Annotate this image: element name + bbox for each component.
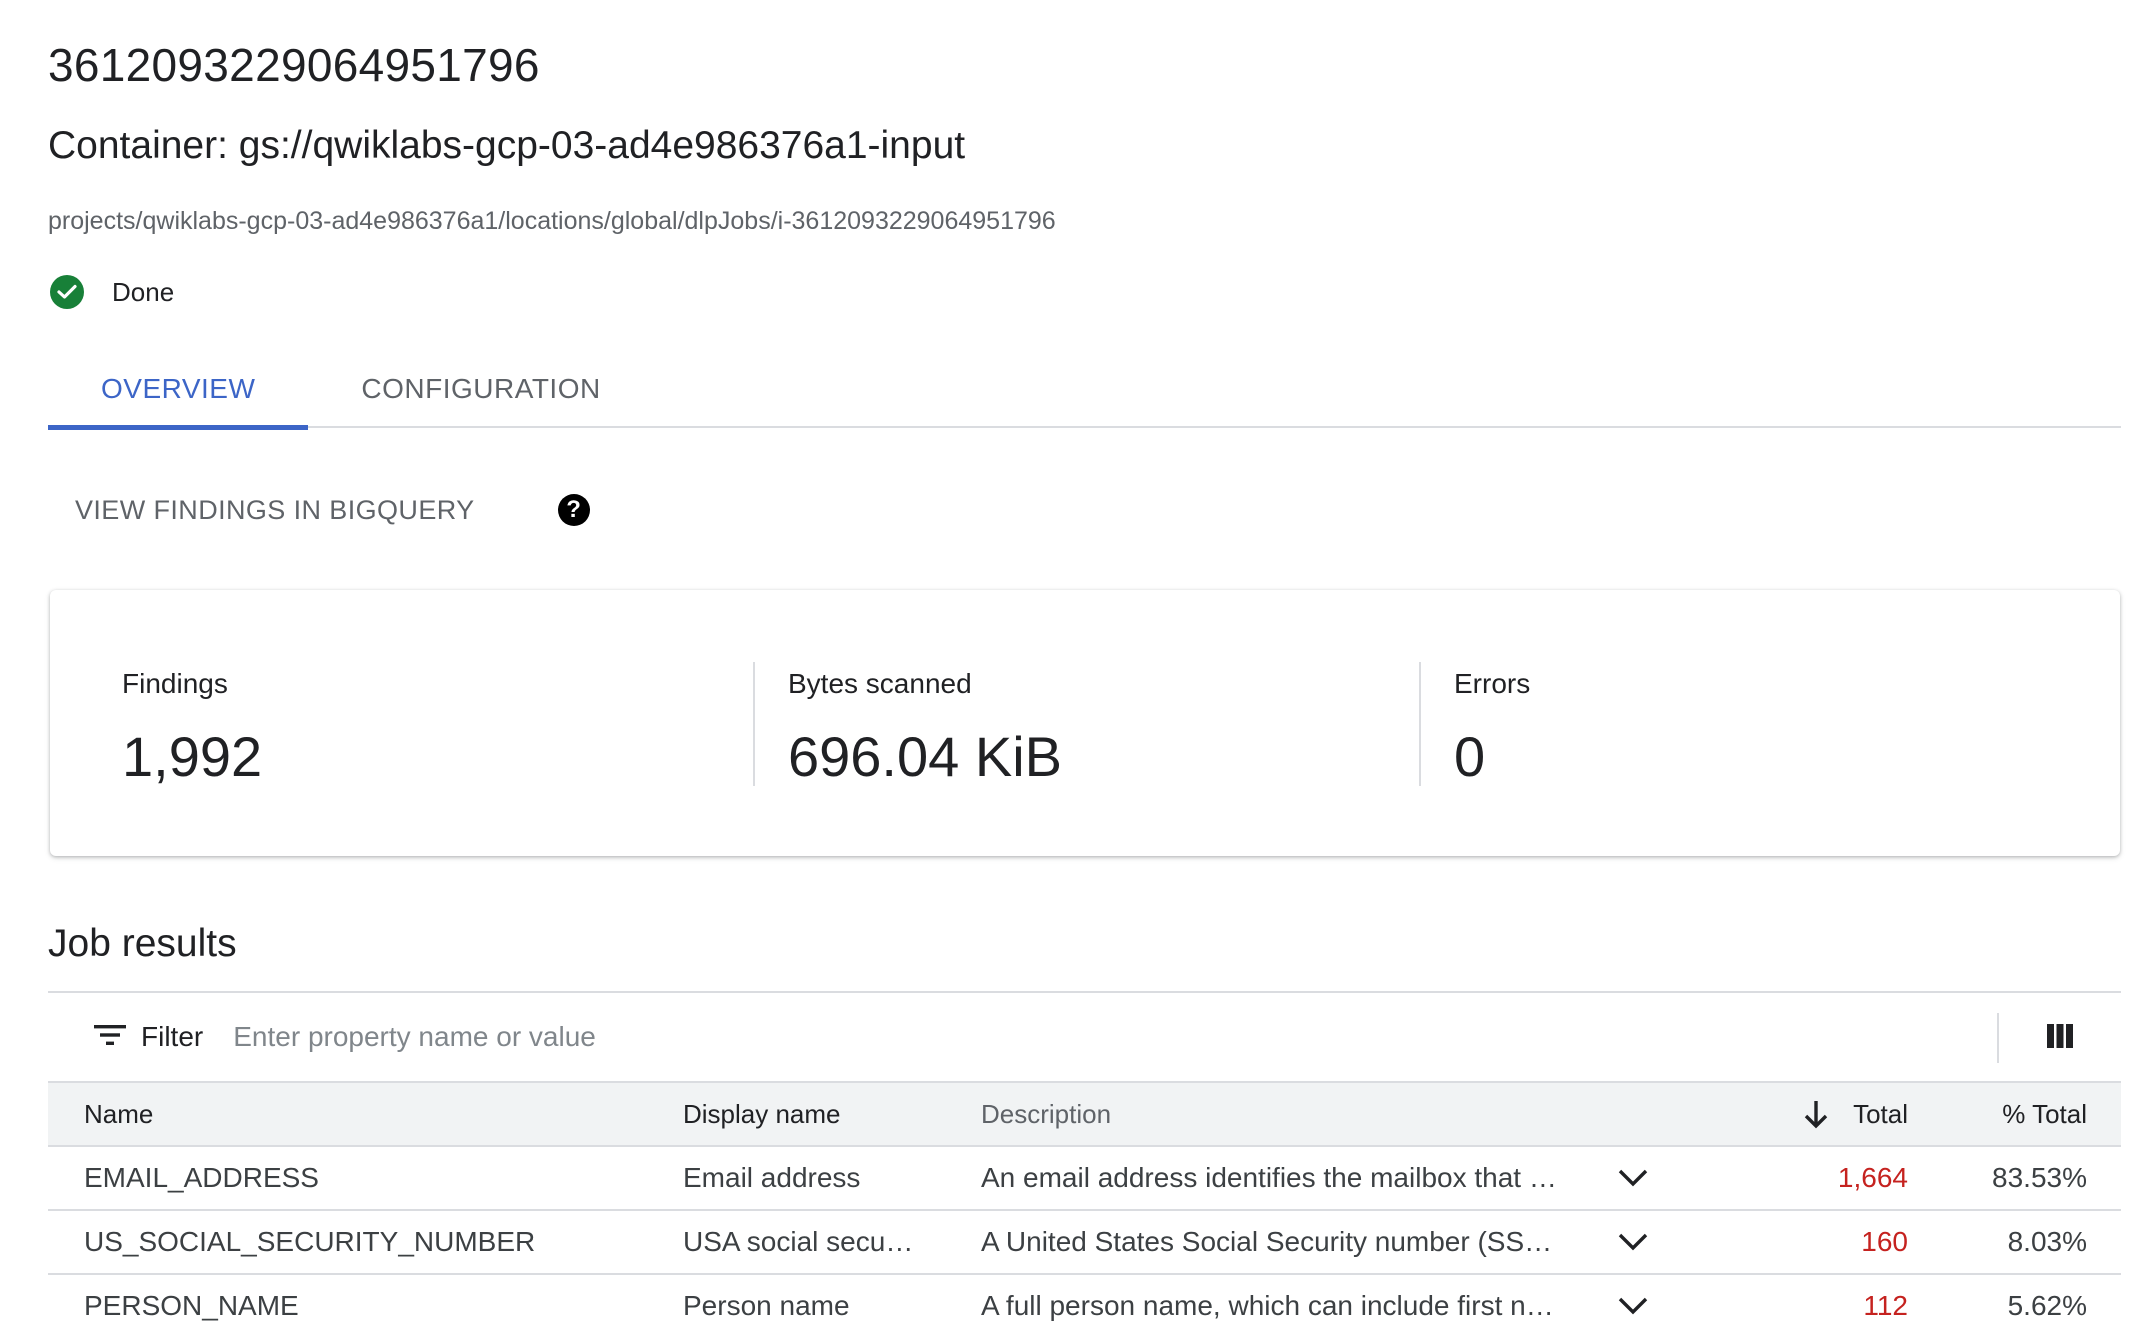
expand-description-button[interactable] (1608, 1275, 1658, 1330)
stat-label: Bytes scanned (788, 668, 972, 699)
check-circle-icon (50, 275, 84, 309)
chevron-down-icon (1617, 1232, 1649, 1252)
description-text: A full person name, which can include fi… (981, 1290, 1554, 1321)
cell-pct-total: 8.03% (2007, 1226, 2087, 1257)
divider (1419, 662, 1421, 786)
stat-value: 1,992 (122, 725, 263, 788)
filter-input[interactable] (233, 1021, 1734, 1053)
description-text: An email address identifies the mailbox … (981, 1162, 1557, 1193)
chevron-down-icon (1617, 1168, 1649, 1188)
column-header-pct-total[interactable]: % Total (1928, 1083, 2087, 1145)
view-column-icon (2046, 1022, 2074, 1055)
cell-display-name: Email address (683, 1147, 945, 1209)
stat-value: 696.04 KiB (788, 725, 1062, 788)
dlp-job-details-page: 3612093229064951796 Container: gs://qwik… (0, 0, 2154, 1330)
description-text: A United States Social Security number (… (981, 1226, 1571, 1257)
job-results-table: Name Display name Description Total % To… (48, 1083, 2121, 1330)
stat-label: Errors (1454, 668, 1531, 699)
findings-actions: VIEW FINDINGS IN BIGQUERY ? (48, 478, 590, 542)
display-name-text: Email address (683, 1162, 861, 1193)
table-row: PERSON_NAME Person name A full person na… (48, 1275, 2121, 1330)
cell-description: An email address identifies the mailbox … (981, 1147, 1571, 1209)
filter-label: Filter (141, 1021, 204, 1052)
cell-name: PERSON_NAME (84, 1290, 299, 1321)
filter-button[interactable]: Filter (93, 1021, 203, 1053)
cell-description: A full person name, which can include fi… (981, 1275, 1571, 1330)
cell-display-name: USA social secu… (683, 1211, 945, 1273)
cell-name: EMAIL_ADDRESS (84, 1162, 319, 1193)
cell-display-name: Person name (683, 1275, 945, 1330)
divider (753, 662, 755, 786)
filter-list-icon (93, 1023, 127, 1052)
stat-findings: Findings 1,992 (122, 668, 262, 798)
tab-overview[interactable]: OVERVIEW (48, 350, 309, 430)
column-header-name[interactable]: Name (84, 1083, 644, 1145)
table-row: US_SOCIAL_SECURITY_NUMBER USA social sec… (48, 1211, 2121, 1275)
summary-card: Findings 1,992 Bytes scanned 696.04 KiB … (50, 590, 2120, 856)
column-header-description: Description (981, 1098, 1112, 1129)
total-value: 160 (1861, 1226, 1908, 1257)
tab-bar: OVERVIEW CONFIGURATION (48, 350, 2121, 430)
help-circle-icon[interactable]: ? (557, 494, 590, 526)
status-label: Done (112, 276, 175, 307)
cell-pct-total: 83.53% (1992, 1162, 2087, 1193)
column-header-total-label: Total (1853, 1098, 1908, 1129)
table-header: Name Display name Description Total % To… (48, 1083, 2121, 1147)
cell-name: US_SOCIAL_SECURITY_NUMBER (84, 1226, 536, 1257)
total-value: 1,664 (1837, 1162, 1908, 1193)
container-title: Container: gs://qwiklabs-gcp-03-ad4e9863… (48, 124, 966, 167)
job-id-title: 3612093229064951796 (48, 39, 540, 91)
stat-label: Findings (122, 668, 228, 699)
arrow-down-icon (1803, 1099, 1829, 1129)
resource-path: projects/qwiklabs-gcp-03-ad4e986376a1/lo… (48, 207, 1056, 235)
display-name-text: USA social secu… (683, 1226, 914, 1257)
chevron-down-icon (1617, 1296, 1649, 1316)
expand-description-button[interactable] (1608, 1147, 1658, 1209)
column-header-total[interactable]: Total (1698, 1083, 1908, 1145)
filter-bar: Filter (48, 991, 2121, 1083)
job-results-heading: Job results (48, 922, 237, 965)
expand-description-button[interactable] (1608, 1211, 1658, 1273)
cell-description: A United States Social Security number (… (981, 1211, 1571, 1273)
cell-total: 112 (1698, 1275, 1908, 1330)
stat-errors: Errors 0 (1454, 668, 1530, 798)
tab-configuration[interactable]: CONFIGURATION (308, 350, 653, 428)
stat-value: 0 (1454, 725, 1486, 788)
column-header-display-name[interactable]: Display name (683, 1083, 945, 1145)
column-display-options-button[interactable] (1997, 1013, 2121, 1063)
total-value: 112 (1863, 1290, 1908, 1321)
stat-bytes-scanned: Bytes scanned 696.04 KiB (788, 668, 1062, 798)
job-status: Done (50, 275, 174, 309)
cell-pct-total: 5.62% (2007, 1290, 2087, 1321)
cell-total: 1,664 (1698, 1147, 1908, 1209)
display-name-text: Person name (683, 1290, 850, 1321)
table-row: EMAIL_ADDRESS Email address An email add… (48, 1147, 2121, 1211)
view-findings-in-bigquery-button[interactable]: VIEW FINDINGS IN BIGQUERY (48, 478, 502, 542)
cell-total: 160 (1698, 1211, 1908, 1273)
